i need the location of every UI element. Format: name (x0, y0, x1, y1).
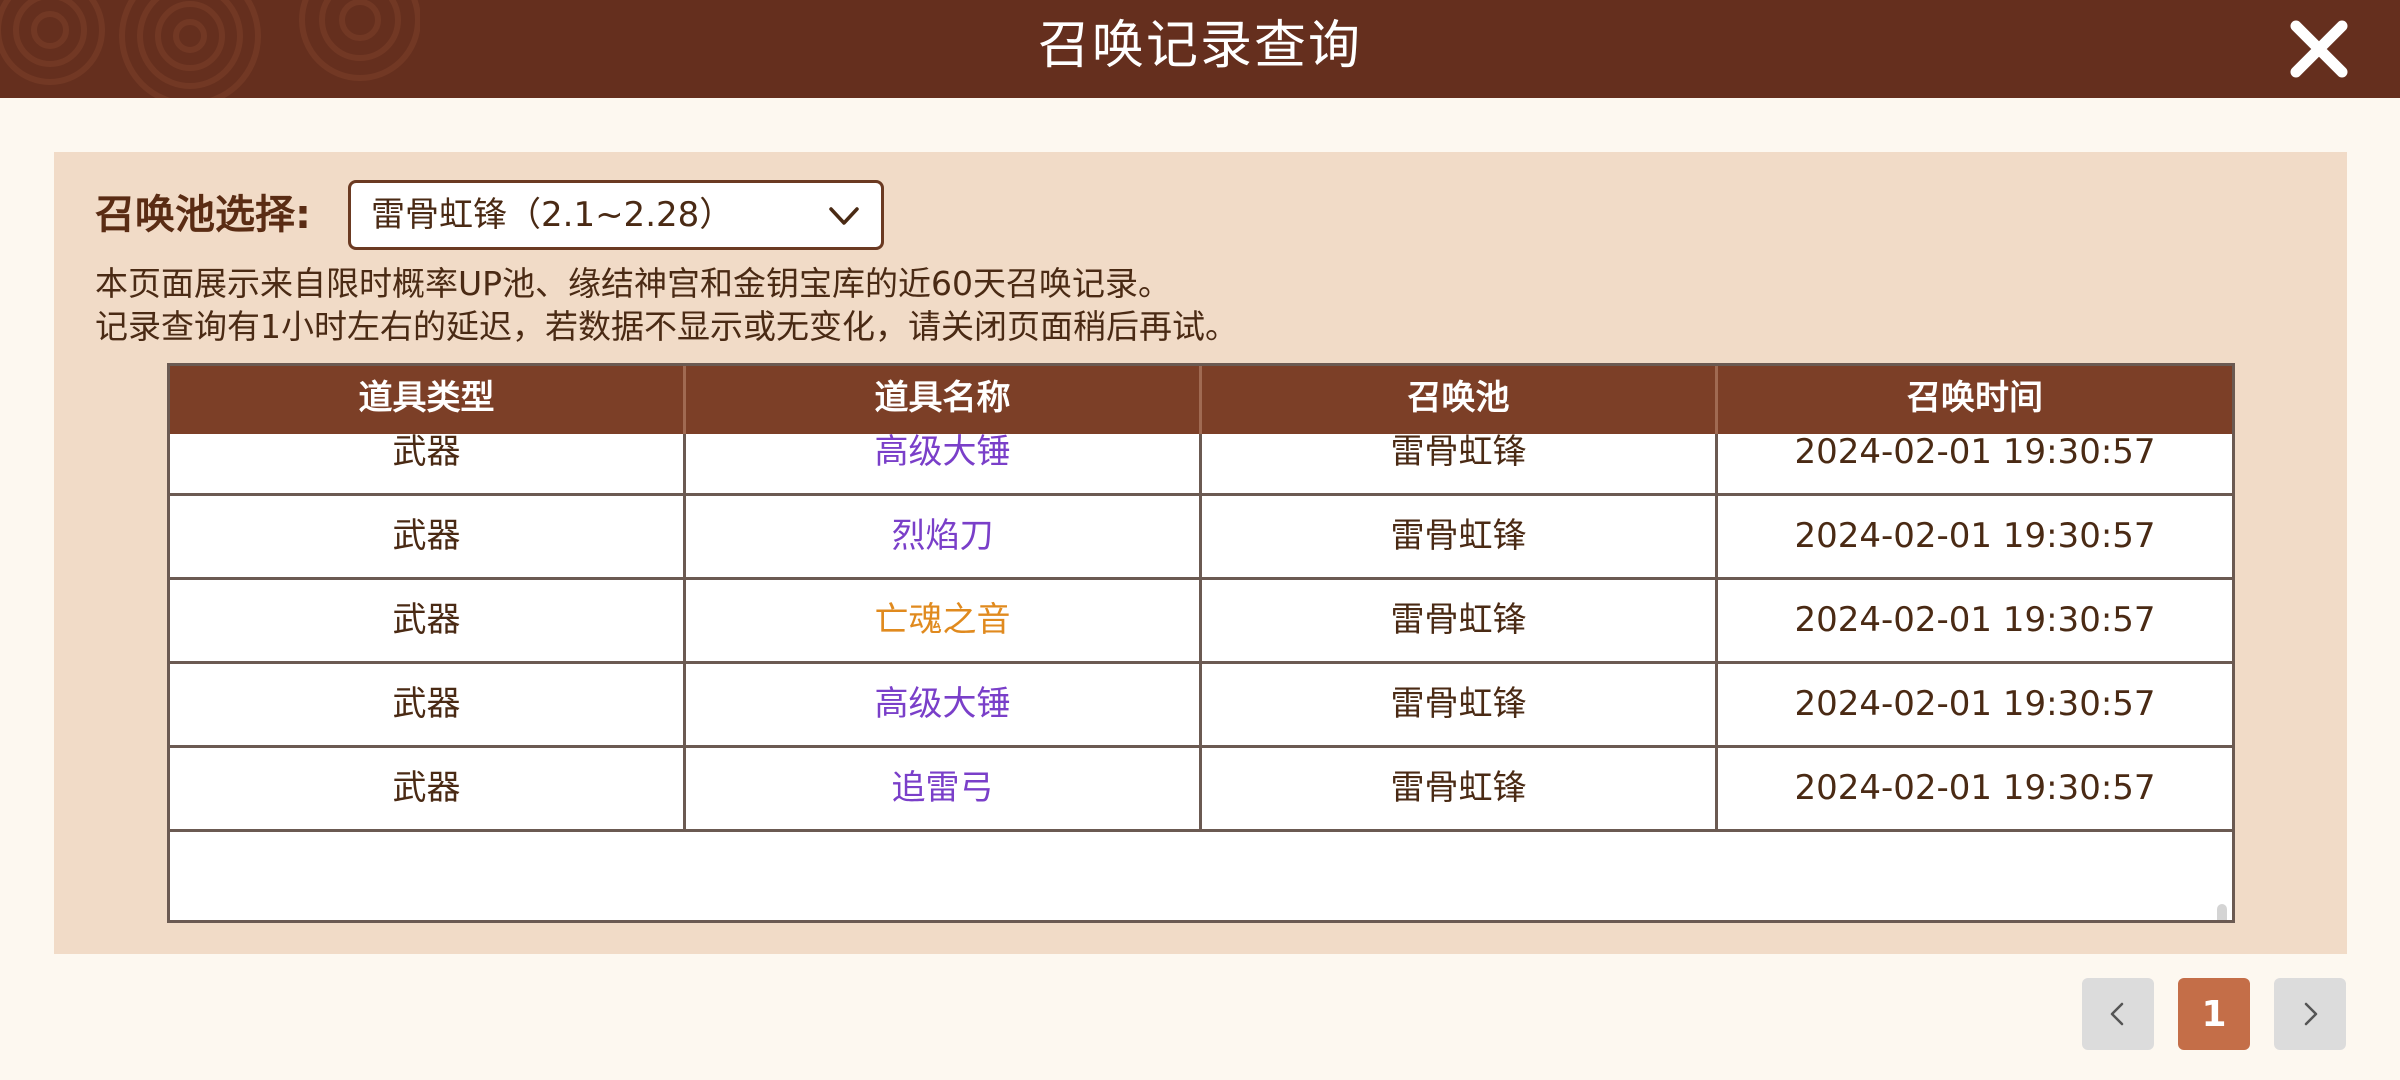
chevron-right-icon (2304, 1002, 2318, 1026)
table-header: 道具类型 道具名称 召唤池 召唤时间 (170, 366, 2232, 434)
cell-item-name: 烈焰刀 (686, 496, 1202, 577)
cell-pool: 雷骨虹锋 (1202, 748, 1718, 829)
column-header-type: 道具类型 (170, 366, 686, 434)
cell-type: 武器 (170, 748, 686, 829)
cell-item-name: 高级大锤 (686, 434, 1202, 493)
cell-pool: 雷骨虹锋 (1202, 580, 1718, 661)
cell-time: 2024-02-01 19:30:57 (1794, 600, 2156, 640)
close-icon (2290, 20, 2348, 78)
chevron-down-icon (829, 207, 859, 225)
cell-item-name: 亡魂之音 (686, 580, 1202, 661)
header-bar: 召唤记录查询 (0, 0, 2400, 98)
table-row: 武器 追雷弓 雷骨虹锋 2024-02-01 19:30:57 (170, 748, 2232, 832)
prev-page-button[interactable] (2082, 978, 2154, 1050)
cell-pool: 雷骨虹锋 (1202, 434, 1718, 493)
scrollbar-thumb[interactable] (2217, 904, 2227, 920)
cell-item-name: 追雷弓 (686, 748, 1202, 829)
cell-time: 2024-02-01 19:30:57 (1794, 768, 2156, 808)
table-body[interactable]: 武器 高级大锤 雷骨虹锋 2024-02-01 19:30:57 武器 烈焰刀 … (170, 434, 2232, 920)
pool-select-dropdown[interactable]: 雷骨虹锋（2.1~2.28） (348, 180, 884, 250)
description-line-1: 本页面展示来自限时概率UP池、缘结神宫和金钥宝库的近60天召唤记录。 (95, 264, 1172, 303)
table-row: 武器 亡魂之音 雷骨虹锋 2024-02-01 19:30:57 (170, 580, 2232, 664)
close-button[interactable] (2284, 14, 2354, 84)
cell-type: 武器 (170, 496, 686, 577)
description-line-2: 记录查询有1小时左右的延迟，若数据不显示或无变化，请关闭页面稍后再试。 (95, 307, 1238, 346)
cell-type: 武器 (170, 580, 686, 661)
cell-pool: 雷骨虹锋 (1202, 496, 1718, 577)
cell-time: 2024-02-01 19:30:57 (1794, 684, 2156, 724)
records-table: 道具类型 道具名称 召唤池 召唤时间 武器 高级大锤 雷骨虹锋 2024-02-… (167, 363, 2235, 923)
chevron-left-icon (2110, 1002, 2124, 1026)
page-number-button[interactable]: 1 (2178, 978, 2250, 1050)
cell-time: 2024-02-01 19:30:57 (1794, 434, 2156, 472)
table-footnote: 仅展示近60天内的记录 (170, 910, 2232, 920)
cell-item-name: 高级大锤 (686, 664, 1202, 745)
pool-select-value: 雷骨虹锋（2.1~2.28） (371, 195, 734, 235)
column-header-name: 道具名称 (686, 366, 1202, 434)
cell-type: 武器 (170, 434, 686, 493)
table-row: 武器 高级大锤 雷骨虹锋 2024-02-01 19:30:57 (170, 434, 2232, 496)
table-row: 武器 烈焰刀 雷骨虹锋 2024-02-01 19:30:57 (170, 496, 2232, 580)
column-header-time: 召唤时间 (1907, 378, 2043, 418)
cell-time: 2024-02-01 19:30:57 (1794, 516, 2156, 556)
table-row: 武器 高级大锤 雷骨虹锋 2024-02-01 19:30:57 (170, 664, 2232, 748)
column-header-pool: 召唤池 (1202, 366, 1718, 434)
next-page-button[interactable] (2274, 978, 2346, 1050)
pool-select-label: 召唤池选择: (95, 192, 311, 238)
cell-type: 武器 (170, 664, 686, 745)
cell-pool: 雷骨虹锋 (1202, 664, 1718, 745)
page-title: 召唤记录查询 (1037, 16, 1362, 76)
